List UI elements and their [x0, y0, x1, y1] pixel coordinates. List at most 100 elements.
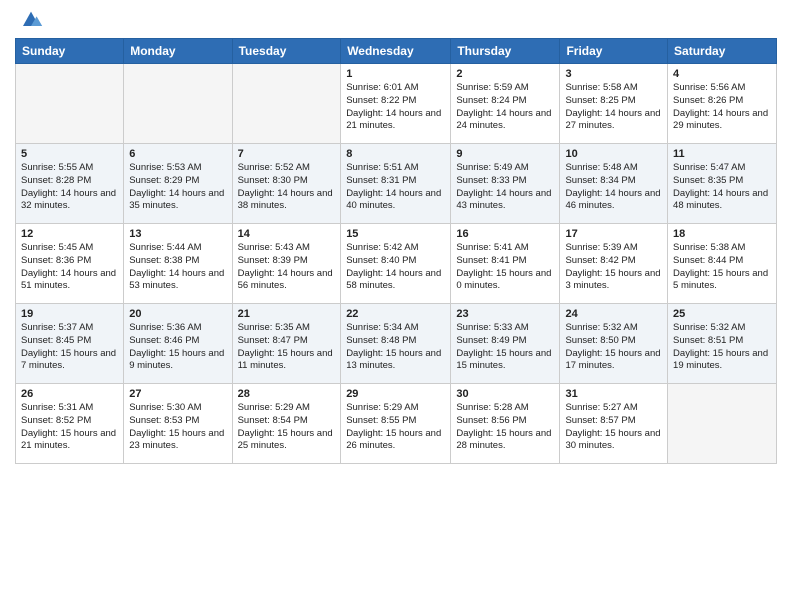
day-info: Sunrise: 5:33 AM Sunset: 8:49 PM Dayligh…: [456, 322, 554, 373]
day-info: Sunrise: 5:49 AM Sunset: 8:33 PM Dayligh…: [456, 162, 554, 213]
day-info: Sunrise: 5:56 AM Sunset: 8:26 PM Dayligh…: [673, 82, 771, 133]
logo-icon: [19, 10, 43, 30]
col-header-friday: Friday: [560, 39, 668, 64]
day-cell: [668, 384, 777, 464]
day-info: Sunrise: 5:38 AM Sunset: 8:44 PM Dayligh…: [673, 242, 771, 293]
col-header-sunday: Sunday: [16, 39, 124, 64]
day-info: Sunrise: 5:32 AM Sunset: 8:50 PM Dayligh…: [565, 322, 662, 373]
calendar: SundayMondayTuesdayWednesdayThursdayFrid…: [15, 38, 777, 464]
day-number: 30: [456, 388, 554, 400]
day-number: 2: [456, 68, 554, 80]
day-cell: 21 Sunrise: 5:35 AM Sunset: 8:47 PM Dayli…: [232, 304, 341, 384]
day-number: 29: [346, 388, 445, 400]
day-info: Sunrise: 5:36 AM Sunset: 8:46 PM Dayligh…: [129, 322, 226, 373]
day-number: 31: [565, 388, 662, 400]
day-number: 19: [21, 308, 118, 320]
day-info: Sunrise: 5:53 AM Sunset: 8:29 PM Dayligh…: [129, 162, 226, 213]
day-cell: 26 Sunrise: 5:31 AM Sunset: 8:52 PM Dayli…: [16, 384, 124, 464]
day-info: Sunrise: 5:32 AM Sunset: 8:51 PM Dayligh…: [673, 322, 771, 373]
day-info: Sunrise: 5:39 AM Sunset: 8:42 PM Dayligh…: [565, 242, 662, 293]
day-number: 7: [238, 148, 336, 160]
day-number: 6: [129, 148, 226, 160]
day-info: Sunrise: 5:52 AM Sunset: 8:30 PM Dayligh…: [238, 162, 336, 213]
day-cell: 19 Sunrise: 5:37 AM Sunset: 8:45 PM Dayli…: [16, 304, 124, 384]
day-info: Sunrise: 5:37 AM Sunset: 8:45 PM Dayligh…: [21, 322, 118, 373]
col-header-monday: Monday: [124, 39, 232, 64]
day-number: 15: [346, 228, 445, 240]
day-cell: [124, 64, 232, 144]
day-info: Sunrise: 5:30 AM Sunset: 8:53 PM Dayligh…: [129, 402, 226, 453]
day-info: Sunrise: 5:35 AM Sunset: 8:47 PM Dayligh…: [238, 322, 336, 373]
header-row: SundayMondayTuesdayWednesdayThursdayFrid…: [16, 39, 777, 64]
day-cell: 5 Sunrise: 5:55 AM Sunset: 8:28 PM Daylig…: [16, 144, 124, 224]
header: [15, 10, 777, 30]
day-number: 14: [238, 228, 336, 240]
day-cell: 10Sunrise: 5:48 AM Sunset: 8:34 PM Dayli…: [560, 144, 668, 224]
day-info: Sunrise: 5:51 AM Sunset: 8:31 PM Dayligh…: [346, 162, 445, 213]
col-header-wednesday: Wednesday: [341, 39, 451, 64]
day-number: 17: [565, 228, 662, 240]
day-number: 8: [346, 148, 445, 160]
col-header-thursday: Thursday: [451, 39, 560, 64]
col-header-tuesday: Tuesday: [232, 39, 341, 64]
day-number: 16: [456, 228, 554, 240]
day-cell: 27 Sunrise: 5:30 AM Sunset: 8:53 PM Dayli…: [124, 384, 232, 464]
day-number: 10: [565, 148, 662, 160]
day-cell: 8 Sunrise: 5:51 AM Sunset: 8:31 PM Daylig…: [341, 144, 451, 224]
day-info: Sunrise: 5:59 AM Sunset: 8:24 PM Dayligh…: [456, 82, 554, 133]
week-row: 5 Sunrise: 5:55 AM Sunset: 8:28 PM Daylig…: [16, 144, 777, 224]
day-cell: 14 Sunrise: 5:43 AM Sunset: 8:39 PM Dayli…: [232, 224, 341, 304]
day-info: Sunrise: 5:47 AM Sunset: 8:35 PM Dayligh…: [673, 162, 771, 213]
day-number: 20: [129, 308, 226, 320]
day-number: 13: [129, 228, 226, 240]
day-info: Sunrise: 5:45 AM Sunset: 8:36 PM Dayligh…: [21, 242, 118, 293]
day-cell: 25 Sunrise: 5:32 AM Sunset: 8:51 PM Dayli…: [668, 304, 777, 384]
day-info: Sunrise: 5:58 AM Sunset: 8:25 PM Dayligh…: [565, 82, 662, 133]
day-cell: 24 Sunrise: 5:32 AM Sunset: 8:50 PM Dayli…: [560, 304, 668, 384]
day-cell: 2 Sunrise: 5:59 AM Sunset: 8:24 PM Daylig…: [451, 64, 560, 144]
week-row: 26 Sunrise: 5:31 AM Sunset: 8:52 PM Dayli…: [16, 384, 777, 464]
day-info: Sunrise: 5:31 AM Sunset: 8:52 PM Dayligh…: [21, 402, 118, 453]
day-cell: 28Sunrise: 5:29 AM Sunset: 8:54 PM Dayli…: [232, 384, 341, 464]
day-cell: 3 Sunrise: 5:58 AM Sunset: 8:25 PM Daylig…: [560, 64, 668, 144]
day-number: 11: [673, 148, 771, 160]
day-info: Sunrise: 5:28 AM Sunset: 8:56 PM Dayligh…: [456, 402, 554, 453]
day-number: 3: [565, 68, 662, 80]
day-number: 24: [565, 308, 662, 320]
day-info: Sunrise: 5:29 AM Sunset: 8:55 PM Dayligh…: [346, 402, 445, 453]
day-cell: 29 Sunrise: 5:29 AM Sunset: 8:55 PM Dayli…: [341, 384, 451, 464]
day-number: 5: [21, 148, 118, 160]
day-cell: 16 Sunrise: 5:41 AM Sunset: 8:41 PM Dayli…: [451, 224, 560, 304]
day-cell: 17 Sunrise: 5:39 AM Sunset: 8:42 PM Dayli…: [560, 224, 668, 304]
day-info: Sunrise: 5:27 AM Sunset: 8:57 PM Dayligh…: [565, 402, 662, 453]
day-info: Sunrise: 5:34 AM Sunset: 8:48 PM Dayligh…: [346, 322, 445, 373]
day-number: 25: [673, 308, 771, 320]
day-number: 22: [346, 308, 445, 320]
day-cell: 6 Sunrise: 5:53 AM Sunset: 8:29 PM Daylig…: [124, 144, 232, 224]
day-info: Sunrise: 5:44 AM Sunset: 8:38 PM Dayligh…: [129, 242, 226, 293]
day-cell: 31 Sunrise: 5:27 AM Sunset: 8:57 PM Dayli…: [560, 384, 668, 464]
day-info: Sunrise: 5:41 AM Sunset: 8:41 PM Dayligh…: [456, 242, 554, 293]
day-cell: 13 Sunrise: 5:44 AM Sunset: 8:38 PM Dayli…: [124, 224, 232, 304]
day-info: Sunrise: 5:55 AM Sunset: 8:28 PM Dayligh…: [21, 162, 118, 213]
day-cell: 12Sunrise: 5:45 AM Sunset: 8:36 PM Dayli…: [16, 224, 124, 304]
logo: [15, 10, 43, 30]
day-number: 18: [673, 228, 771, 240]
day-cell: 23Sunrise: 5:33 AM Sunset: 8:49 PM Dayli…: [451, 304, 560, 384]
day-number: 4: [673, 68, 771, 80]
day-info: Sunrise: 5:43 AM Sunset: 8:39 PM Dayligh…: [238, 242, 336, 293]
day-number: 21: [238, 308, 336, 320]
day-number: 1: [346, 68, 445, 80]
week-row: 1Sunrise: 6:01 AM Sunset: 8:22 PM Daylig…: [16, 64, 777, 144]
day-cell: [232, 64, 341, 144]
week-row: 19 Sunrise: 5:37 AM Sunset: 8:45 PM Dayli…: [16, 304, 777, 384]
day-cell: 30 Sunrise: 5:28 AM Sunset: 8:56 PM Dayli…: [451, 384, 560, 464]
day-number: 28: [238, 388, 336, 400]
day-cell: 7 Sunrise: 5:52 AM Sunset: 8:30 PM Daylig…: [232, 144, 341, 224]
day-cell: 22 Sunrise: 5:34 AM Sunset: 8:48 PM Dayli…: [341, 304, 451, 384]
day-number: 27: [129, 388, 226, 400]
day-number: 26: [21, 388, 118, 400]
day-cell: 9Sunrise: 5:49 AM Sunset: 8:33 PM Daylig…: [451, 144, 560, 224]
day-cell: 18 Sunrise: 5:38 AM Sunset: 8:44 PM Dayli…: [668, 224, 777, 304]
day-cell: 11 Sunrise: 5:47 AM Sunset: 8:35 PM Dayli…: [668, 144, 777, 224]
